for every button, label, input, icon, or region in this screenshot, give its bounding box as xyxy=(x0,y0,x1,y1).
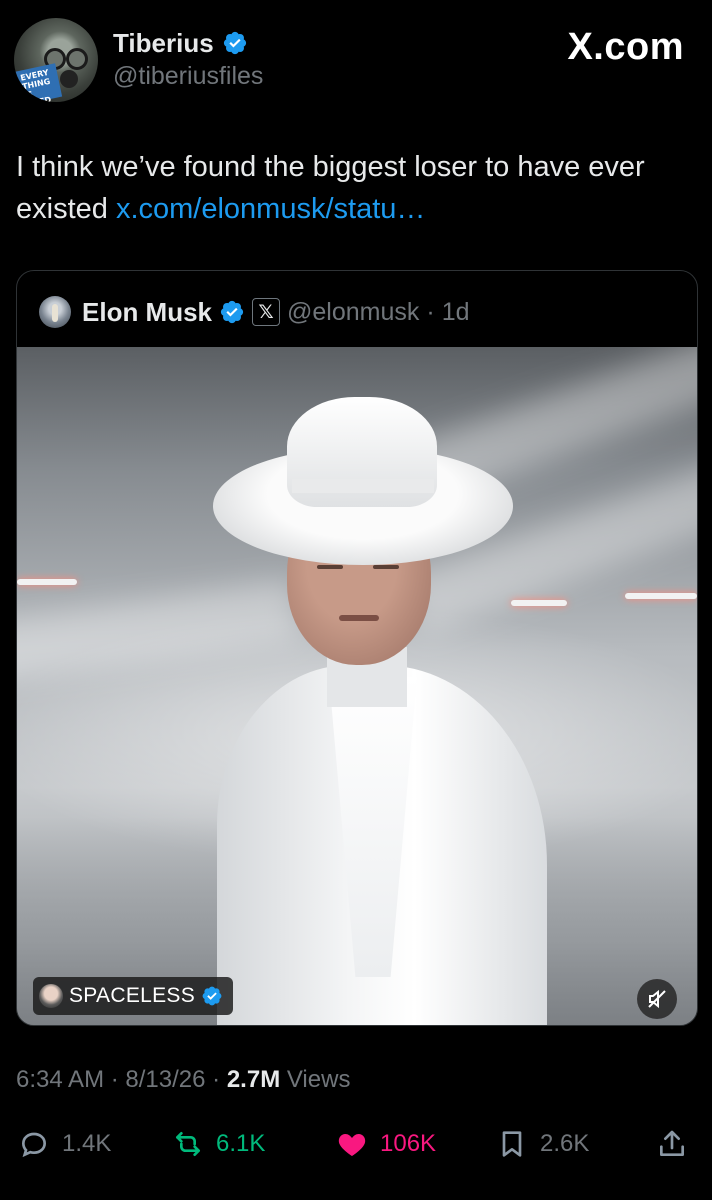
tunnel-light xyxy=(625,593,697,599)
post-meta: 6:34 AM · 8/13/26 · 2.7M Views xyxy=(16,1066,350,1094)
views-label: Views xyxy=(286,1066,351,1093)
meta-separator: · xyxy=(212,1066,221,1093)
repost-icon xyxy=(176,1132,200,1156)
bookmark-button[interactable]: 2.6K xyxy=(496,1120,589,1168)
x-com-logo: X.com xyxy=(567,26,684,68)
video-channel-badge[interactable]: SPACELESS xyxy=(33,977,234,1015)
eye xyxy=(317,565,343,569)
quoted-post-separator: · xyxy=(426,297,435,326)
quoted-post-video[interactable]: SPACELESS xyxy=(17,347,697,1025)
avatar-badge-text: EVERY THING IS FILED xyxy=(19,67,53,102)
quoted-post-header: Elon Musk 𝕏 @elonmusk · 1d xyxy=(39,295,470,329)
tunnel-light xyxy=(511,600,567,606)
quoted-author-handle: @elonmusk xyxy=(287,297,420,326)
tunnel-light xyxy=(17,579,77,585)
hat-band xyxy=(292,479,434,493)
quoted-author-avatar xyxy=(39,296,71,328)
author-display-name[interactable]: Tiberius xyxy=(113,28,214,59)
x-affiliation-icon: 𝕏 xyxy=(252,298,281,326)
verified-badge-icon xyxy=(202,986,222,1006)
heart-icon xyxy=(338,1134,366,1156)
like-count: 106K xyxy=(380,1130,437,1157)
repost-count: 6.1K xyxy=(216,1130,266,1157)
quoted-author-name: Elon Musk xyxy=(82,296,213,327)
reply-icon xyxy=(21,1132,47,1158)
post-time[interactable]: 6:34 AM xyxy=(16,1066,104,1093)
tweet-link[interactable]: x.com/elonmusk/statu… xyxy=(116,193,425,225)
verified-badge-icon xyxy=(220,300,244,324)
channel-name: SPACELESS xyxy=(69,984,196,1007)
mouth xyxy=(339,615,379,621)
verified-badge-icon xyxy=(223,31,246,55)
meta-separator: · xyxy=(110,1066,119,1093)
share-icon xyxy=(660,1130,684,1156)
author-name-row: Tiberius xyxy=(113,26,248,60)
gas-mask-eye xyxy=(66,48,88,70)
post-date[interactable]: 8/13/26 xyxy=(125,1066,205,1093)
reply-button[interactable]: 1.4K xyxy=(18,1120,111,1168)
quoted-post-card[interactable]: Elon Musk 𝕏 @elonmusk · 1d SPACELESS xyxy=(16,270,698,1026)
speaker-muted-icon xyxy=(648,989,666,1009)
quoted-post-time: 1d xyxy=(441,297,470,326)
bookmark-count: 2.6K xyxy=(540,1130,590,1157)
gas-mask-filter xyxy=(60,70,78,88)
channel-avatar xyxy=(39,984,63,1008)
views-count: 2.7M xyxy=(226,1066,281,1093)
share-button[interactable] xyxy=(656,1120,688,1168)
like-button[interactable]: 106K xyxy=(336,1120,436,1168)
author-handle[interactable]: @tiberiusfiles xyxy=(113,62,263,91)
repost-button[interactable]: 6.1K xyxy=(172,1120,265,1168)
avatar-book-badge: EVERY THING IS FILED xyxy=(14,63,63,102)
action-bar: 1.4K 6.1K 106K 2.6K xyxy=(0,1120,712,1168)
tweet-text: I think we’ve found the biggest loser to… xyxy=(16,146,706,230)
bookmark-icon xyxy=(502,1131,522,1157)
mute-button[interactable] xyxy=(637,979,677,1019)
reply-count: 1.4K xyxy=(62,1130,112,1157)
eye xyxy=(373,565,399,569)
author-avatar[interactable]: EVERY THING IS FILED xyxy=(14,18,98,102)
